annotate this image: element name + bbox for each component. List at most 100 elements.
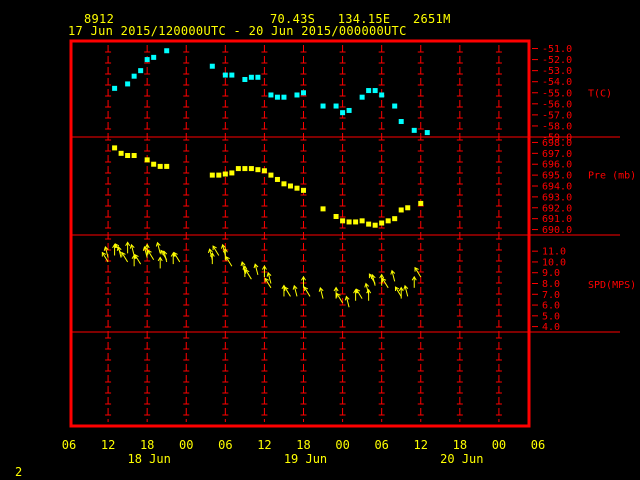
data-point-pressure bbox=[340, 218, 346, 224]
x-date-label: 20 Jun bbox=[440, 452, 483, 466]
wind-arrow bbox=[390, 269, 396, 282]
wind-arrow bbox=[411, 275, 417, 288]
data-point-pressure bbox=[118, 150, 124, 156]
data-point-temperature bbox=[255, 74, 261, 80]
wind-arrow bbox=[155, 241, 161, 254]
x-tick-label: 06 bbox=[531, 438, 545, 452]
data-point-pressure bbox=[392, 216, 398, 222]
data-point-temperature bbox=[294, 92, 300, 98]
data-point-temperature bbox=[268, 92, 274, 98]
data-point-pressure bbox=[248, 166, 254, 172]
x-tick-label: 18 bbox=[453, 438, 467, 452]
wind-arrow bbox=[245, 268, 252, 280]
y-tick-label-pressure: 691.0 bbox=[542, 214, 572, 225]
data-point-temperature bbox=[144, 57, 150, 63]
data-point-temperature bbox=[392, 103, 398, 109]
y-tick-label-temperature: -56.0 bbox=[542, 99, 572, 110]
data-point-temperature bbox=[138, 68, 144, 74]
wind-arrow bbox=[134, 253, 142, 265]
data-point-pressure bbox=[112, 145, 118, 151]
x-tick-label: 06 bbox=[62, 438, 76, 452]
data-point-pressure bbox=[242, 166, 248, 172]
data-point-temperature bbox=[222, 72, 228, 78]
wind-arrow bbox=[318, 286, 324, 299]
wind-arrow bbox=[344, 295, 350, 308]
wind-arrow bbox=[157, 256, 163, 269]
data-point-pressure bbox=[379, 220, 385, 226]
x-tick-label: 00 bbox=[492, 438, 506, 452]
wind-arrow bbox=[147, 249, 155, 261]
wind-arrow bbox=[112, 243, 118, 256]
wind-arrow bbox=[209, 252, 215, 265]
data-point-temperature bbox=[242, 76, 248, 82]
wind-arrow bbox=[403, 284, 409, 297]
data-point-temperature bbox=[301, 90, 306, 96]
x-tick-label: 12 bbox=[101, 438, 115, 452]
wind-arrow bbox=[292, 284, 298, 297]
wind-arrow bbox=[173, 251, 181, 263]
data-point-pressure bbox=[151, 161, 157, 167]
y-tick-label-temperature: -57.0 bbox=[542, 110, 572, 121]
y-tick-label-pressure: 695.0 bbox=[542, 171, 572, 182]
y-tick-label-pressure: 697.0 bbox=[542, 149, 572, 160]
y-tick-label-temperature: -53.0 bbox=[542, 66, 572, 77]
data-point-pressure bbox=[287, 183, 293, 189]
data-point-pressure bbox=[261, 168, 267, 174]
data-point-pressure bbox=[157, 163, 163, 169]
wind-arrow bbox=[284, 286, 291, 297]
x-tick-label: 18 bbox=[140, 438, 154, 452]
wind-arrow bbox=[301, 275, 306, 288]
wind-arrow bbox=[336, 292, 344, 304]
data-point-pressure bbox=[164, 163, 170, 169]
data-point-temperature bbox=[424, 130, 430, 136]
y-tick-label-speed: 4.0 bbox=[542, 322, 560, 333]
data-point-pressure bbox=[268, 172, 274, 178]
data-point-temperature bbox=[131, 73, 137, 79]
y-tick-label-pressure: 694.0 bbox=[542, 182, 572, 193]
wind-arrow bbox=[253, 263, 259, 276]
data-point-pressure bbox=[353, 219, 359, 225]
y-tick-label-temperature: -54.0 bbox=[542, 77, 572, 88]
x-tick-label: 00 bbox=[179, 438, 193, 452]
wind-arrow bbox=[131, 254, 137, 267]
data-point-pressure bbox=[294, 185, 300, 191]
data-point-pressure bbox=[372, 222, 378, 228]
wind-arrow bbox=[333, 286, 339, 299]
data-point-pressure bbox=[131, 153, 137, 159]
x-tick-label: 06 bbox=[374, 438, 388, 452]
y-tick-label-pressure: 698.0 bbox=[542, 138, 572, 149]
data-point-pressure bbox=[222, 171, 228, 177]
wind-arrow bbox=[125, 241, 131, 254]
wind-arrow bbox=[121, 251, 129, 263]
y-tick-label-speed: 10.0 bbox=[542, 257, 566, 268]
y-tick-label-pressure: 692.0 bbox=[542, 203, 572, 214]
x-date-label: 18 Jun bbox=[127, 452, 170, 466]
data-point-temperature bbox=[366, 88, 372, 94]
data-point-temperature bbox=[229, 72, 235, 78]
data-point-pressure bbox=[144, 157, 150, 163]
data-point-pressure bbox=[274, 176, 280, 182]
y-tick-label-pressure: 693.0 bbox=[542, 192, 572, 203]
wind-arrow bbox=[370, 274, 376, 286]
data-point-temperature bbox=[274, 94, 280, 100]
meteogram-chart: 06 12 18 00 06 12 18 00 06 12 18 00 06 18 Jun 19 Jun 20… bbox=[62, 39, 636, 466]
data-point-temperature bbox=[125, 81, 131, 87]
data-point-pressure bbox=[418, 200, 424, 206]
x-tick-label: 00 bbox=[335, 438, 349, 452]
data-point-pressure bbox=[320, 206, 326, 212]
x-tick-label: 06 bbox=[218, 438, 232, 452]
wind-arrow bbox=[398, 286, 404, 299]
panel-label-speed: SPD(MPS) bbox=[588, 280, 636, 291]
y-tick-label-speed: 8.0 bbox=[542, 279, 560, 290]
wind-arrow bbox=[366, 288, 372, 301]
data-point-pressure bbox=[366, 221, 372, 227]
data-point-temperature bbox=[320, 103, 326, 109]
y-tick-label-pressure: 690.0 bbox=[542, 225, 572, 236]
data-point-pressure bbox=[235, 166, 241, 172]
data-point-temperature bbox=[209, 63, 215, 69]
data-point-temperature bbox=[164, 48, 170, 54]
y-tick-label-speed: 6.0 bbox=[542, 301, 560, 312]
y-tick-label-temperature: -51.0 bbox=[542, 44, 572, 55]
data-point-pressure bbox=[398, 207, 404, 213]
data-point-temperature bbox=[333, 103, 339, 109]
